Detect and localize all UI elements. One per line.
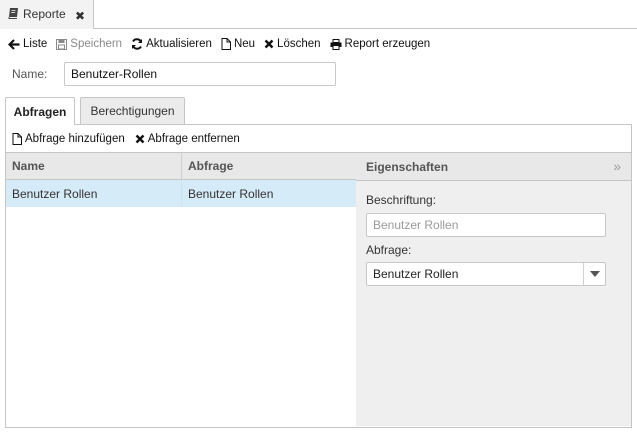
properties-panel: Eigenschaften » Beschriftung: Abfrage: B… [356, 152, 631, 426]
refresh-icon [132, 38, 143, 50]
delete-button-label: Löschen [277, 38, 321, 50]
reporte-tab[interactable]: Reporte ✖ [0, 0, 94, 29]
properties-title: Eigenschaften [366, 159, 449, 174]
new-button[interactable]: Neu [221, 38, 255, 50]
name-input[interactable] [64, 62, 336, 86]
cell-abfrage: Benutzer Rollen [188, 186, 274, 201]
add-query-label: Abfrage hinzufügen [25, 132, 125, 145]
caption-label: Beschriftung: [366, 193, 437, 207]
save-button[interactable]: Speichern [56, 38, 122, 50]
arrow-left-icon [8, 38, 20, 50]
column-header-name[interactable]: Name [6, 153, 182, 179]
save-button-label: Speichern [70, 38, 123, 50]
list-button-label: Liste [23, 38, 48, 50]
floppy-icon [56, 38, 68, 50]
caption-input[interactable] [366, 213, 606, 237]
delete-button[interactable]: Löschen [264, 38, 321, 50]
tab-abfragen[interactable]: Abfragen [5, 97, 75, 126]
table-row[interactable]: Benutzer Rollen Benutzer Rollen [6, 180, 356, 207]
generate-report-button[interactable]: Report erzeugen [330, 38, 431, 50]
book-icon [8, 7, 19, 22]
cell-name: Benutzer Rollen [6, 180, 182, 207]
remove-query-label: Abfrage entfernen [147, 132, 240, 145]
remove-query-button[interactable]: Abfrage entfernen [135, 133, 240, 145]
column-header-abfrage[interactable]: Abfrage [182, 153, 356, 179]
list-button[interactable]: Liste [8, 38, 47, 50]
new-button-label: Neu [233, 38, 256, 50]
query-label: Abfrage: [366, 243, 412, 257]
reporte-tab-label: Reporte [23, 7, 66, 21]
refresh-button[interactable]: Aktualisieren [131, 38, 212, 50]
panel-toolbar: Abfrage hinzufügen Abfrage entfernen [6, 125, 631, 152]
grid-header: Name Abfrage [6, 152, 356, 180]
main-toolbar: Liste Speichern Aktualisieren Neu Lösche… [0, 30, 637, 58]
close-icon[interactable]: ✖ [75, 9, 85, 23]
x-icon [264, 39, 274, 49]
grid-body: Benutzer Rollen Benutzer Rollen [6, 180, 356, 426]
abfragen-panel: Abfrage hinzufügen Abfrage entfernen Nam… [5, 125, 632, 428]
print-icon [330, 38, 342, 50]
new-file-icon [12, 132, 22, 145]
name-row: Name: [0, 60, 637, 90]
query-select[interactable]: Benutzer Rollen [366, 262, 606, 286]
properties-header: Eigenschaften » [356, 153, 631, 181]
chevron-down-icon[interactable] [583, 263, 605, 285]
add-query-button[interactable]: Abfrage hinzufügen [12, 132, 125, 145]
new-file-icon [221, 38, 231, 50]
refresh-button-label: Aktualisieren [146, 38, 212, 50]
collapse-icon[interactable]: » [613, 158, 621, 174]
query-select-value: Benutzer Rollen [373, 267, 459, 281]
subtab-bar: Abfragen Berechtigungen [5, 97, 632, 126]
tab-berechtigungen[interactable]: Berechtigungen [80, 97, 185, 125]
x-icon [135, 134, 145, 143]
document-tabstrip: Reporte ✖ [0, 0, 637, 29]
name-label: Name: [12, 67, 48, 81]
generate-report-button-label: Report erzeugen [344, 38, 431, 50]
